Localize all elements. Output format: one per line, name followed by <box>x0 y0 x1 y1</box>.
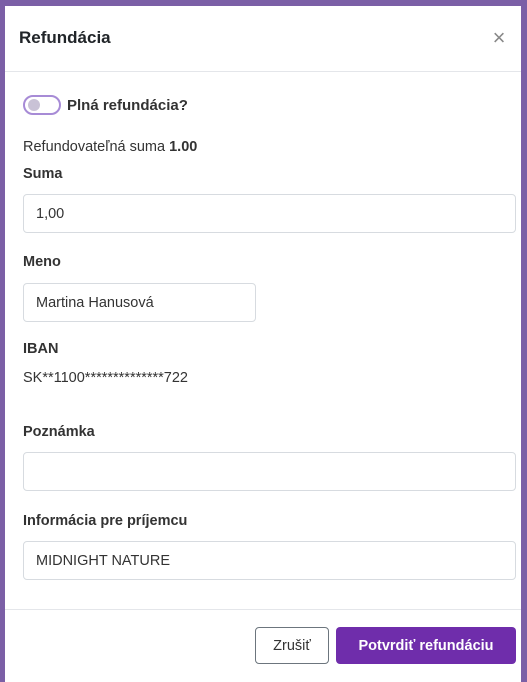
toggle-knob <box>28 99 40 111</box>
full-refund-toggle[interactable] <box>23 95 61 115</box>
full-refund-row: Plná refundácia? <box>23 95 188 115</box>
note-label: Poznámka <box>23 424 95 440</box>
name-label: Meno <box>23 254 61 270</box>
cancel-button[interactable]: Zrušiť <box>255 627 329 664</box>
dialog-footer: Zrušiť Potvrdiť refundáciu <box>5 609 521 682</box>
refundable-amount-prefix: Refundovateľná suma <box>23 139 170 155</box>
amount-input[interactable] <box>23 194 516 233</box>
amount-label: Suma <box>23 166 63 182</box>
iban-label: IBAN <box>23 341 59 357</box>
refundable-amount-text: Refundovateľná suma 1.00 <box>23 139 197 155</box>
refund-dialog: Refundácia × Plná refundácia? Refundovat… <box>5 6 521 682</box>
close-icon[interactable]: × <box>487 24 511 52</box>
refundable-amount-value: 1.00 <box>169 139 198 155</box>
full-refund-label: Plná refundácia? <box>67 96 188 114</box>
dialog-title: Refundácia <box>19 28 111 47</box>
name-input[interactable] <box>23 283 256 322</box>
recipient-info-input[interactable] <box>23 541 516 580</box>
iban-value: SK**1100**************722 <box>23 370 189 386</box>
note-input[interactable] <box>23 452 516 491</box>
recipient-info-label: Informácia pre príjemcu <box>23 513 188 529</box>
dialog-header: Refundácia × <box>5 6 521 72</box>
confirm-refund-button[interactable]: Potvrdiť refundáciu <box>336 627 516 664</box>
